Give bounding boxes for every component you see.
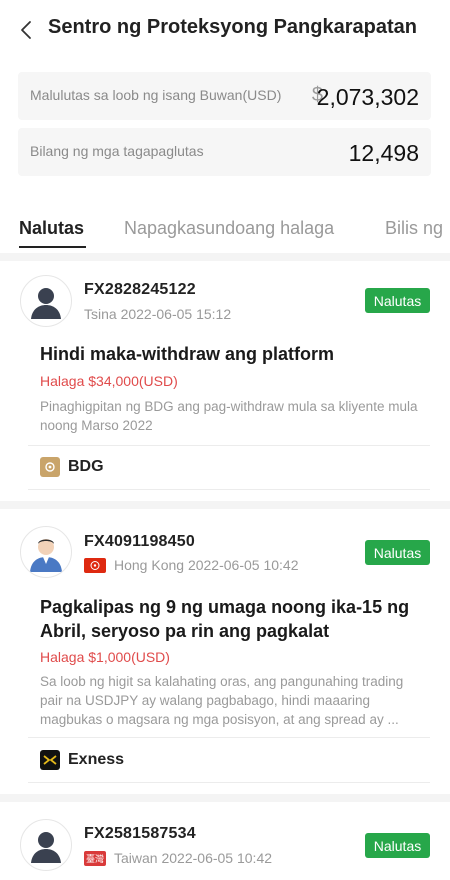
- case-title: Pagkalipas ng 9 ng umaga noong ika-15 ng…: [40, 597, 410, 641]
- case-date: 2022-06-05 10:42: [161, 850, 273, 866]
- card-separator: [0, 501, 450, 509]
- case-date: 2022-06-05 15:12: [120, 306, 232, 322]
- broker-link[interactable]: Exness: [40, 750, 124, 770]
- case-amount: Halaga $34,000(USD): [40, 373, 178, 389]
- status-badge: Nalutas: [365, 833, 430, 858]
- case-region: Taiwan: [114, 850, 158, 866]
- case-card[interactable]: FX2581587534 臺灣 Taiwan 2022-06-05 10:42 …: [0, 802, 450, 880]
- tab-speed[interactable]: Bilis ng: [385, 218, 443, 239]
- exness-logo-icon: [40, 750, 60, 770]
- active-tab-indicator: [19, 246, 86, 248]
- case-description: Pinaghigpitan ng BDG ang pag-withdraw mu…: [40, 399, 418, 433]
- monthly-resolved-stat: Malulutas sa loob ng isang Buwan(USD) $ …: [18, 72, 431, 120]
- case-id: FX2828245122: [84, 281, 196, 298]
- hong-kong-flag-icon: [84, 557, 106, 573]
- case-id: FX4091198450: [84, 533, 195, 550]
- case-description: Sa loob ng higit sa kalahating oras, ang…: [40, 674, 404, 727]
- tab-bar: Nalutas Napagkasundoang halaga Bilis ng: [0, 210, 450, 252]
- page-title: Sentro ng Proteksyong Pangkarapatan: [48, 16, 417, 38]
- bdg-logo-icon: [40, 457, 60, 477]
- card-bottom-divider: [28, 782, 430, 783]
- section-divider: [0, 253, 450, 261]
- header-bar: Sentro ng Proteksyong Pangkarapatan: [0, 0, 450, 58]
- card-divider: [28, 737, 430, 738]
- case-region: Tsina: [84, 306, 117, 322]
- case-meta: 臺灣 Taiwan 2022-06-05 10:42: [84, 850, 272, 866]
- tab-settled-amount[interactable]: Napagkasundoang halaga: [124, 218, 334, 239]
- resolvers-count-stat: Bilang ng mga tagapaglutas 12,498: [18, 128, 431, 176]
- back-arrow-icon[interactable]: [16, 18, 36, 42]
- case-meta: Hong Kong 2022-06-05 10:42: [84, 557, 299, 573]
- broker-name: Exness: [68, 751, 125, 768]
- user-avatar-icon: [20, 526, 72, 578]
- card-divider: [28, 445, 430, 446]
- broker-link[interactable]: BDG: [40, 457, 104, 477]
- status-badge: Nalutas: [365, 540, 430, 565]
- case-date: 2022-06-05 10:42: [187, 557, 299, 573]
- case-amount: Halaga $1,000(USD): [40, 649, 170, 665]
- broker-name: BDG: [68, 458, 104, 475]
- user-avatar-icon: [20, 819, 72, 871]
- card-bottom-divider: [28, 489, 430, 490]
- case-id: FX2581587534: [84, 825, 196, 842]
- case-region: Hong Kong: [114, 557, 185, 573]
- user-avatar-icon: [20, 275, 72, 327]
- case-meta: Tsina 2022-06-05 15:12: [84, 306, 231, 322]
- tab-resolved[interactable]: Nalutas: [19, 218, 84, 239]
- taiwan-flag-icon: 臺灣: [84, 850, 106, 866]
- card-separator: [0, 794, 450, 802]
- case-card[interactable]: FX4091198450 Hong Kong 2022-06-05 10:42 …: [0, 509, 450, 794]
- resolvers-count-label: Bilang ng mga tagapaglutas: [30, 143, 204, 159]
- monthly-resolved-value: 2,073,302: [316, 84, 419, 110]
- monthly-resolved-label: Malulutas sa loob ng isang Buwan(USD): [30, 87, 282, 103]
- case-title: Hindi maka-withdraw ang platform: [40, 344, 335, 364]
- case-card[interactable]: FX2828245122 Tsina 2022-06-05 15:12 Nalu…: [0, 261, 450, 501]
- resolvers-count-value: 12,498: [348, 140, 419, 166]
- status-badge: Nalutas: [365, 288, 430, 313]
